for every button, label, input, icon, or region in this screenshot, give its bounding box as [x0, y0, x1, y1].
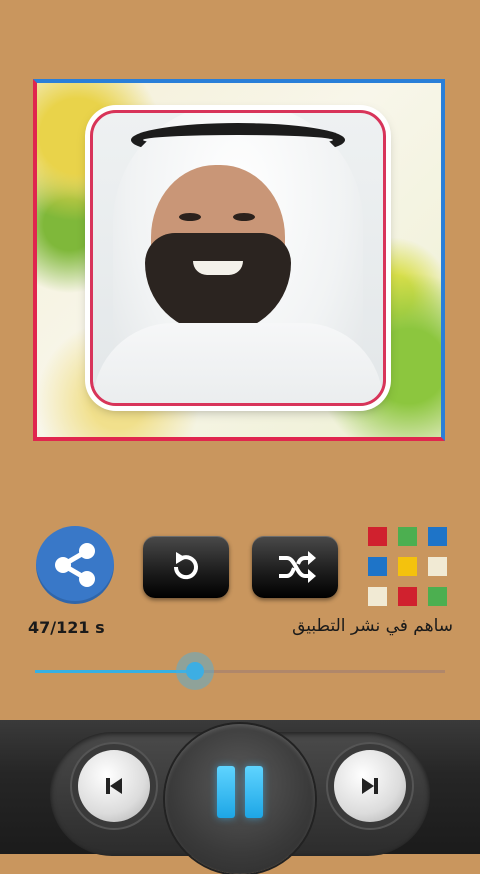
share-app-promo-text[interactable]: ساهم في نشر التطبيق [292, 616, 453, 636]
apps-grid-cell [398, 557, 417, 576]
apps-grid-cell [398, 587, 417, 606]
previous-track-button[interactable] [78, 750, 150, 822]
portrait-robe [93, 323, 383, 403]
shuffle-button[interactable] [252, 536, 338, 598]
skip-previous-icon [106, 778, 122, 794]
portrait-smile [193, 261, 243, 275]
apps-grid-cell [428, 527, 447, 546]
pause-button[interactable] [165, 724, 315, 874]
pause-icon-bar [245, 766, 263, 818]
pause-icon [217, 766, 235, 818]
seek-bar[interactable] [35, 652, 445, 690]
seek-bar-progress [35, 670, 195, 673]
shuffle-icon [279, 551, 316, 583]
apps-grid-cell [368, 557, 387, 576]
portrait-eye-left [179, 213, 201, 221]
seek-bar-thumb[interactable] [175, 652, 214, 690]
reciter-portrait [90, 110, 386, 406]
skip-next-icon [362, 778, 378, 794]
next-track-button[interactable] [334, 750, 406, 822]
share-button[interactable] [36, 526, 114, 604]
repeat-icon [173, 552, 198, 580]
apps-grid-cell [428, 587, 447, 606]
repeat-button[interactable] [143, 536, 229, 598]
portrait-eye-right [233, 213, 255, 221]
apps-grid-cell [368, 587, 387, 606]
share-icon [55, 543, 95, 587]
apps-grid-cell [368, 527, 387, 546]
more-apps-button[interactable] [368, 527, 447, 606]
transport-bar [0, 720, 480, 874]
portrait-agal [131, 123, 345, 157]
apps-grid-cell [428, 557, 447, 576]
album-art-frame [33, 79, 445, 441]
apps-grid-cell [398, 527, 417, 546]
playback-time-label: 47/121 s [28, 618, 105, 637]
